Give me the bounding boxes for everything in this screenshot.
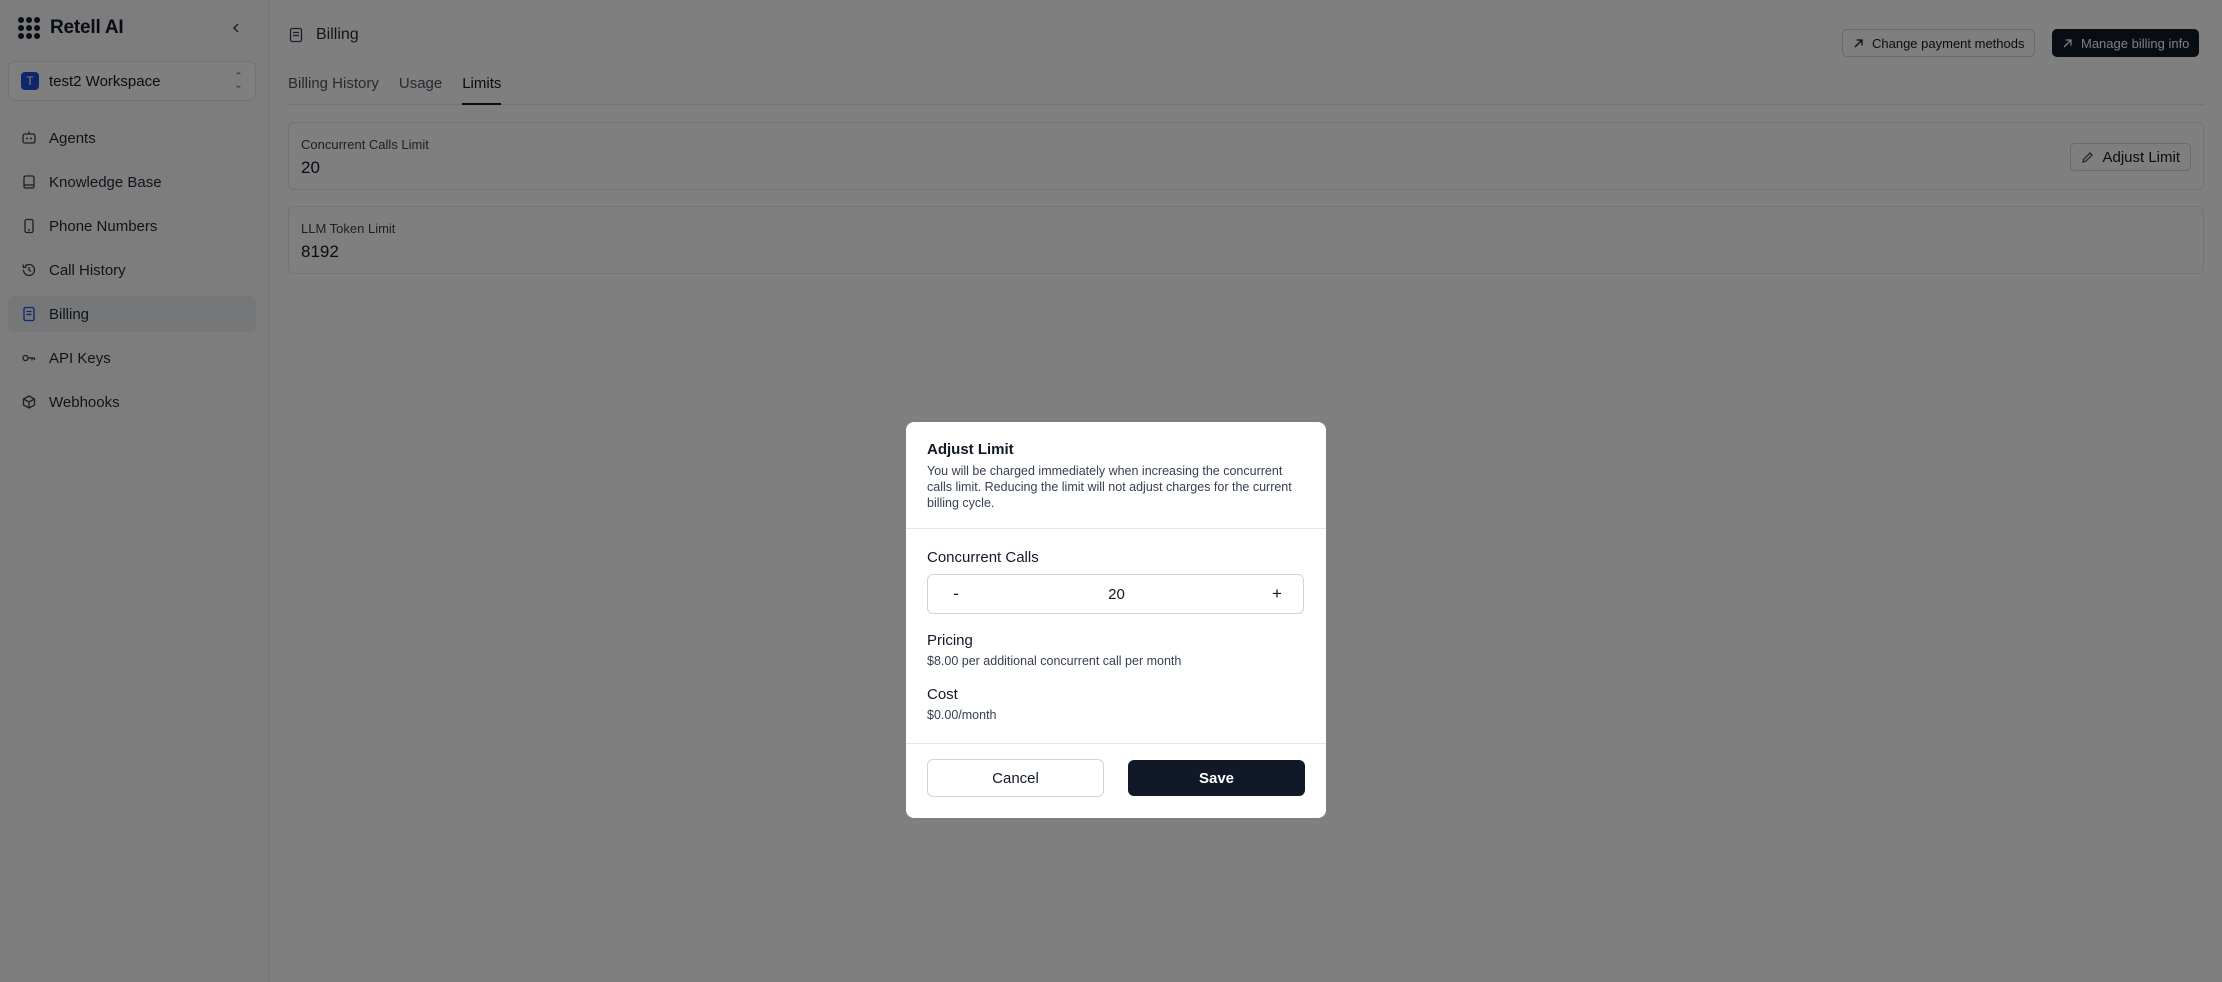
decrement-button[interactable]: -	[948, 584, 964, 604]
pricing-text: $8.00 per additional concurrent call per…	[927, 654, 1182, 668]
cost-text: $0.00/month	[927, 708, 997, 722]
dialog-description: You will be charged immediately when inc…	[927, 464, 1292, 510]
save-button[interactable]: Save	[1128, 760, 1305, 796]
cost-label: Cost	[927, 686, 958, 703]
dialog-title: Adjust Limit	[927, 441, 1014, 458]
dialog-footer: Cancel Save	[906, 744, 1326, 797]
concurrent-calls-stepper: - 20 +	[927, 574, 1304, 614]
pricing-label: Pricing	[927, 632, 973, 649]
increment-button[interactable]: +	[1269, 584, 1285, 604]
concurrent-calls-value[interactable]: 20	[1108, 586, 1125, 603]
cancel-button[interactable]: Cancel	[927, 759, 1104, 797]
concurrent-calls-label: Concurrent Calls	[927, 549, 1039, 566]
dialog-body: Concurrent Calls - 20 + Pricing $8.00 pe…	[906, 529, 1326, 744]
adjust-limit-dialog: Adjust Limit You will be charged immedia…	[906, 422, 1326, 818]
dialog-header: Adjust Limit You will be charged immedia…	[906, 422, 1326, 529]
